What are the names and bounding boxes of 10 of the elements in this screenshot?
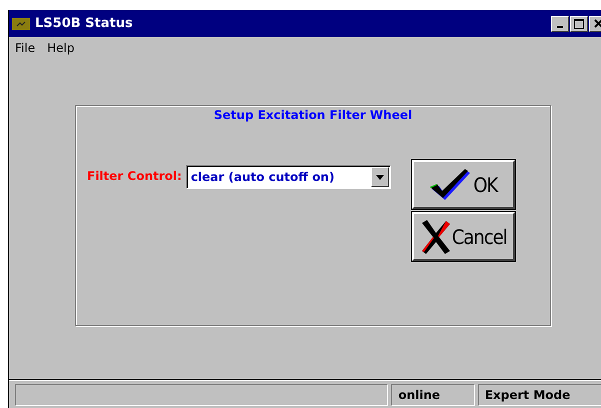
window-title: LS50B Status — [35, 16, 133, 31]
menu-item[interactable]: Help — [47, 40, 74, 54]
ok-button[interactable]: OK — [412, 160, 515, 209]
filter-dropdown[interactable]: clear (auto cutoff on) — [186, 165, 391, 189]
status-panel: Expert Mode — [478, 384, 601, 406]
field-label: Filter Control: — [87, 169, 182, 183]
cancel-button[interactable]: Cancel — [412, 212, 515, 261]
group-title: Setup Excitation Filter Wheel — [212, 108, 414, 122]
menu-item[interactable]: File — [15, 40, 36, 54]
status-panel: online — [391, 384, 475, 406]
